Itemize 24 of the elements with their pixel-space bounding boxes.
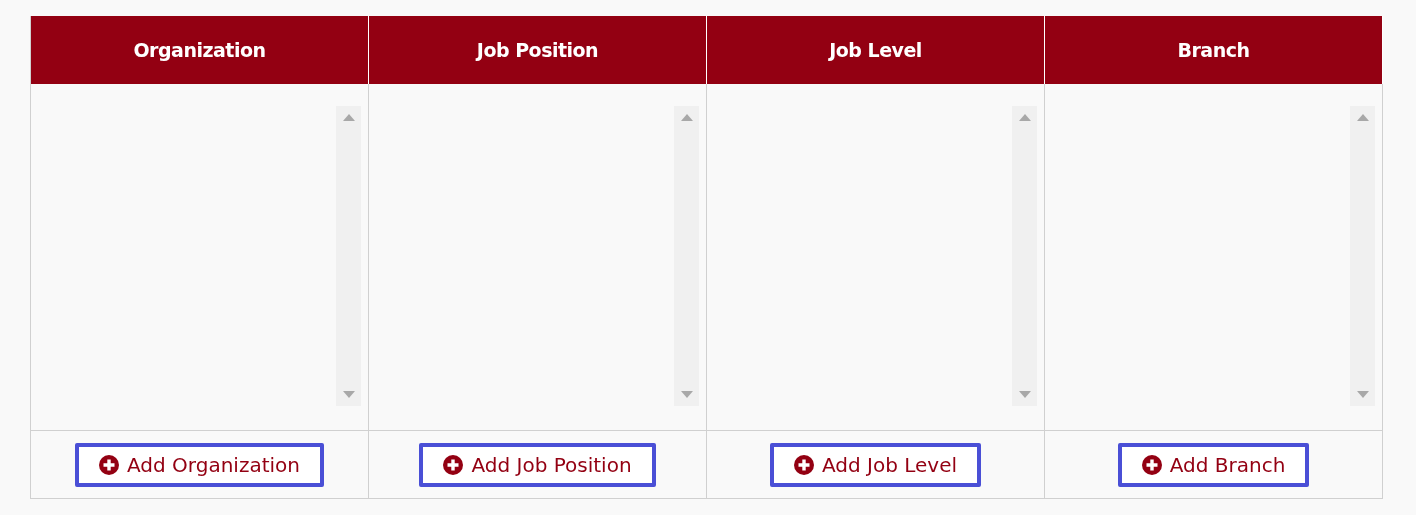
add-button[interactable]: Add Job Level [769, 442, 982, 487]
plus-circle-icon [99, 454, 119, 475]
add-button[interactable]: Add Job Position [419, 442, 656, 487]
scroll-down-icon[interactable] [1356, 391, 1369, 398]
add-button[interactable]: Add Organization [75, 442, 324, 487]
scroll-down-icon[interactable] [680, 391, 693, 398]
column-header: Branch [1045, 16, 1383, 84]
scroll-down-icon[interactable] [1018, 391, 1031, 398]
scroll-up-icon[interactable] [1356, 114, 1369, 121]
scroll-up-icon[interactable] [1018, 114, 1031, 121]
scrollbar[interactable] [1350, 106, 1375, 406]
column-header: Job Position [369, 16, 707, 84]
column-header: Organization [31, 16, 369, 84]
scroll-down-icon[interactable] [342, 391, 355, 398]
plus-circle-icon [793, 454, 814, 475]
plus-circle-icon [1141, 454, 1162, 475]
scrollbar[interactable] [336, 106, 361, 406]
scrollbar[interactable] [674, 106, 699, 406]
plus-circle-icon [443, 454, 464, 475]
add-button[interactable]: Add Branch [1117, 442, 1310, 487]
scroll-up-icon[interactable] [680, 114, 693, 121]
scrollbar[interactable] [1012, 106, 1037, 406]
column-header: Job Level [707, 16, 1045, 84]
scroll-up-icon[interactable] [342, 114, 355, 121]
